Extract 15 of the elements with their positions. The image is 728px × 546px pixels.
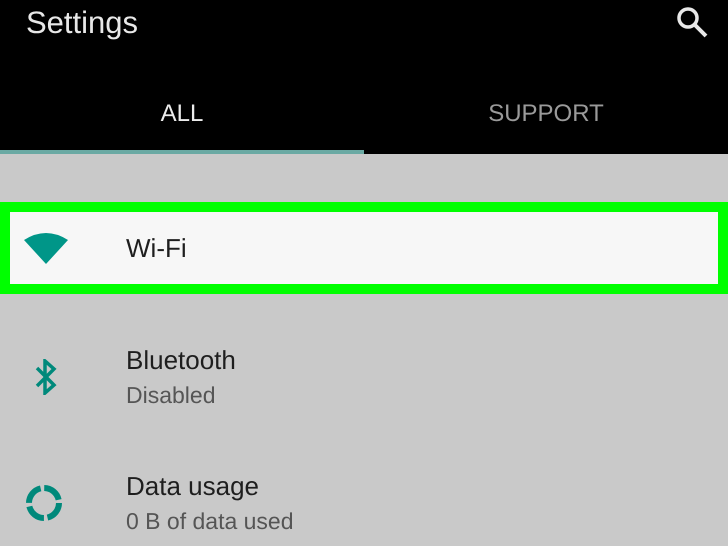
settings-item[interactable]: Bluetooth Disabled <box>0 334 728 420</box>
item-subtitle: Disabled <box>126 382 216 409</box>
item-subtitle: 0 B of data used <box>126 508 294 535</box>
wifi-icon <box>24 232 68 264</box>
data-usage-icon <box>24 483 64 523</box>
tab[interactable]: ALL <box>0 72 364 154</box>
search-icon[interactable] <box>676 6 708 38</box>
item-title: Wi-Fi <box>126 232 187 264</box>
highlighted-settings-item[interactable]: Wi-Fi <box>0 202 728 294</box>
app-title: Settings <box>26 4 138 42</box>
settings-item[interactable]: Data usage 0 B of data used <box>0 460 728 546</box>
item-title: Data usage <box>126 471 260 502</box>
tab[interactable]: SUPPORT <box>364 72 728 154</box>
bluetooth-icon <box>34 359 58 395</box>
item-title: Bluetooth <box>126 345 236 376</box>
